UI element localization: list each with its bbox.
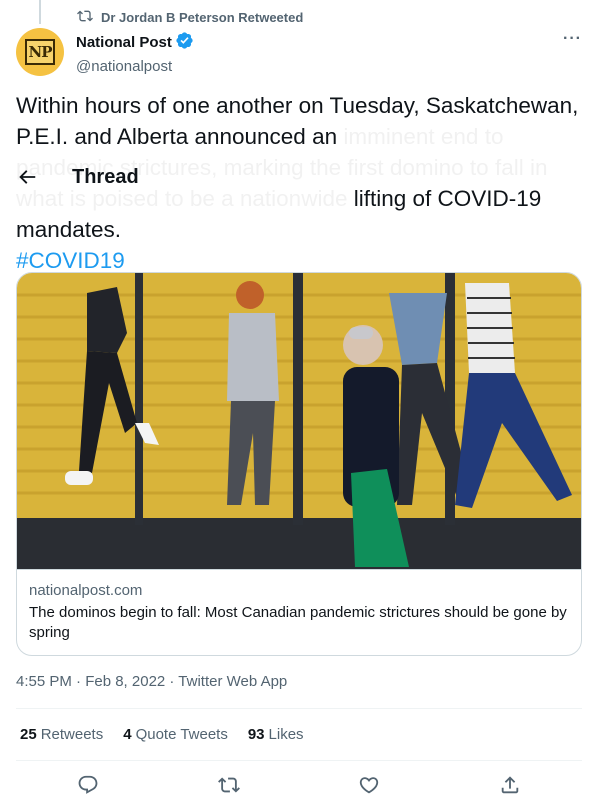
retweets-count: 25 <box>20 726 37 743</box>
divider <box>16 760 582 761</box>
quote-tweets-stat[interactable]: 4 Quote Tweets <box>123 726 228 743</box>
thread-connector-line <box>39 0 41 24</box>
like-icon[interactable] <box>358 774 382 798</box>
retweets-label: Retweets <box>40 726 104 743</box>
retweet-context-label: Dr Jordan B Peterson Retweeted <box>101 10 304 25</box>
reply-icon[interactable] <box>77 774 101 798</box>
quotes-count: 4 <box>123 726 132 743</box>
retweet-icon <box>77 8 93 27</box>
divider <box>16 708 582 709</box>
verified-badge-icon <box>175 31 194 54</box>
hashtag-link[interactable]: #COVID19 <box>16 248 125 273</box>
tweet-timestamp[interactable]: 4:55 PM · Feb 8, 2022 · Twitter Web App <box>16 673 287 690</box>
tweet-stats: 25 Retweets 4 Quote Tweets 93 Likes <box>20 726 304 743</box>
author-block[interactable]: National Post @nationalpost <box>76 31 194 75</box>
author-name[interactable]: National Post <box>76 34 172 51</box>
likes-stat[interactable]: 93 Likes <box>248 726 304 743</box>
author-handle[interactable]: @nationalpost <box>76 58 194 75</box>
back-arrow-icon[interactable] <box>16 166 38 188</box>
likes-label: Likes <box>268 726 304 743</box>
quotes-label: Quote Tweets <box>135 726 228 743</box>
more-options-icon[interactable]: ··· <box>563 30 582 48</box>
link-card[interactable]: nationalpost.com The dominos begin to fa… <box>16 272 582 656</box>
author-name-row[interactable]: National Post <box>76 31 194 54</box>
retweets-stat[interactable]: 25 Retweets <box>20 726 103 743</box>
thread-header: Thread <box>0 160 598 196</box>
avatar[interactable]: NP <box>16 28 64 76</box>
card-image[interactable] <box>17 273 582 569</box>
likes-count: 93 <box>247 726 265 743</box>
thread-title: Thread <box>72 166 139 188</box>
card-title: The dominos begin to fall: Most Canadian… <box>29 604 567 641</box>
share-icon[interactable] <box>499 774 523 798</box>
avatar-logo: NP <box>25 39 55 65</box>
retweet-action-icon[interactable] <box>218 774 242 798</box>
retweet-context[interactable]: Dr Jordan B Peterson Retweeted <box>77 8 303 27</box>
card-meta[interactable]: nationalpost.com The dominos begin to fa… <box>17 569 581 655</box>
action-bar <box>0 770 598 804</box>
card-domain: nationalpost.com <box>29 582 143 599</box>
